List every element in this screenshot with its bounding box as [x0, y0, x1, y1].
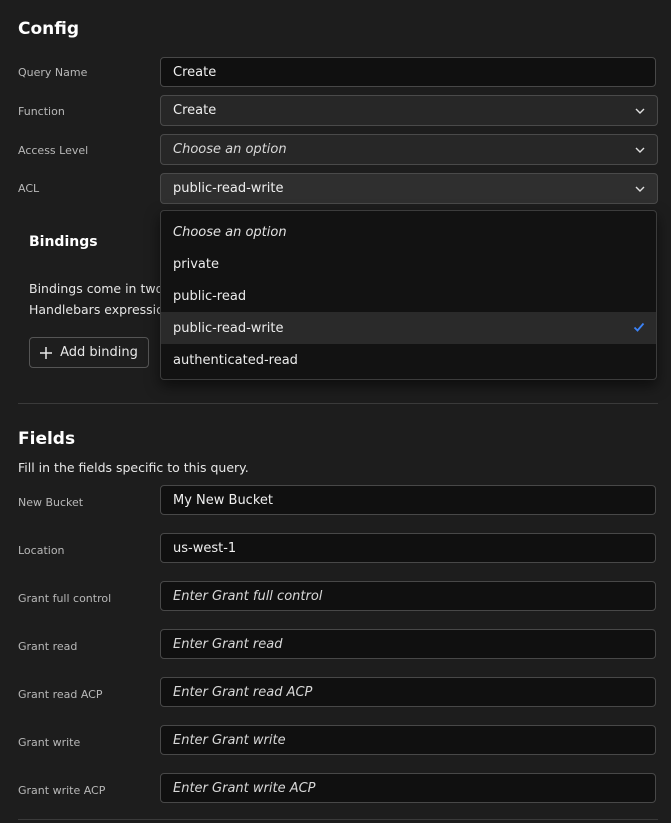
bindings-description-line2: Handlebars expression — [29, 302, 172, 317]
query-name-input[interactable] — [160, 57, 656, 87]
grant-write-input[interactable] — [160, 725, 656, 755]
grant-read-acp-label: Grant read ACP — [18, 688, 103, 701]
function-select[interactable]: Create — [160, 95, 658, 126]
grant-write-label: Grant write — [18, 736, 81, 749]
query-name-label: Query Name — [18, 66, 88, 79]
bindings-title: Bindings — [29, 234, 98, 250]
acl-select[interactable]: public-read-write — [160, 173, 658, 204]
function-label: Function — [18, 105, 65, 118]
acl-option-private[interactable]: private — [161, 248, 656, 280]
location-label: Location — [18, 544, 65, 557]
acl-dropdown-menu: Choose an option private public-read pub… — [160, 210, 657, 380]
grant-full-control-input[interactable] — [160, 581, 656, 611]
acl-label: ACL — [18, 182, 40, 195]
acl-option-public-read-write-label: public-read-write — [173, 320, 284, 336]
plus-icon — [40, 346, 53, 359]
new-bucket-label: New Bucket — [18, 496, 84, 509]
acl-option-public-read[interactable]: public-read — [161, 280, 656, 312]
bottom-divider — [18, 819, 658, 820]
chevron-down-icon — [635, 147, 645, 153]
chevron-down-icon — [635, 108, 645, 114]
acl-select-value: public-read-write — [173, 181, 284, 196]
grant-read-label: Grant read — [18, 640, 78, 653]
access-level-select[interactable]: Choose an option — [160, 134, 658, 165]
add-binding-button[interactable]: Add binding — [29, 337, 149, 368]
check-icon — [633, 322, 645, 332]
acl-option-authenticated-read[interactable]: authenticated-read — [161, 344, 656, 376]
bindings-description-line1: Bindings come in two p — [29, 281, 176, 296]
grant-read-input[interactable] — [160, 629, 656, 659]
acl-option-choose[interactable]: Choose an option — [161, 216, 656, 248]
section-divider — [18, 403, 658, 404]
new-bucket-input[interactable] — [160, 485, 656, 515]
fields-title: Fields — [18, 429, 76, 449]
chevron-down-icon — [635, 186, 645, 192]
access-level-select-placeholder: Choose an option — [173, 142, 287, 157]
grant-write-acp-label: Grant write ACP — [18, 784, 106, 797]
grant-read-acp-input[interactable] — [160, 677, 656, 707]
acl-option-public-read-write[interactable]: public-read-write — [161, 312, 656, 344]
function-select-value: Create — [173, 103, 217, 118]
grant-full-control-label: Grant full control — [18, 592, 112, 605]
config-title: Config — [18, 19, 80, 39]
add-binding-label: Add binding — [60, 345, 138, 360]
grant-write-acp-input[interactable] — [160, 773, 656, 803]
access-level-label: Access Level — [18, 144, 89, 157]
location-input[interactable] — [160, 533, 656, 563]
fields-subtitle: Fill in the fields specific to this quer… — [18, 460, 249, 475]
